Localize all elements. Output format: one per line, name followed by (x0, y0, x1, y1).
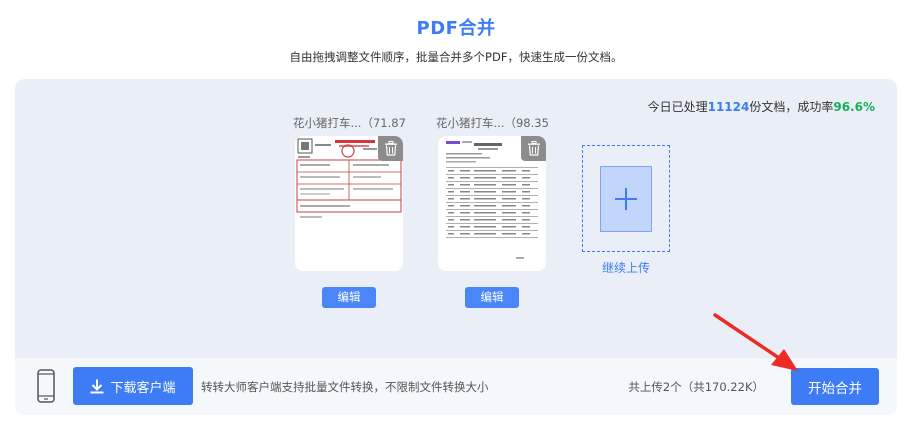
delete-file-button[interactable] (378, 136, 403, 161)
trash-icon (527, 141, 540, 156)
continue-upload-dropzone[interactable] (582, 145, 670, 252)
file-name: 花小猪打车...（98.35K (436, 116, 548, 130)
page-subtitle: 自由拖拽调整文件顺序，批量合并多个PDF，快速生成一份文档。 (289, 50, 623, 64)
add-file-box[interactable] (600, 166, 652, 232)
file-name: 花小猪打车...（71.87K (293, 116, 405, 130)
client-hint-text: 转转大师客户端支持批量文件转换，不限制文件转换大小 (201, 380, 489, 394)
plus-icon (615, 188, 637, 210)
stats-prefix: 今日已处理 (647, 100, 708, 114)
delete-file-button[interactable] (521, 136, 546, 161)
edit-file-button[interactable]: 编辑 (322, 287, 376, 308)
trash-icon (384, 141, 397, 156)
phone-icon (37, 369, 55, 403)
edit-file-button[interactable]: 编辑 (465, 287, 519, 308)
continue-upload-label[interactable]: 继续上传 (570, 259, 682, 276)
bottom-action-bar: 下载客户端 转转大师客户端支持批量文件转换，不限制文件转换大小 共上传2个（共1… (15, 358, 897, 415)
stats-middle: 份文档，成功率 (749, 100, 834, 114)
processing-stats: 今日已处理11124份文档，成功率96.6% (648, 98, 875, 115)
file-thumbnail[interactable] (438, 136, 546, 271)
file-card[interactable]: 花小猪打车...（98.35K 编辑 (436, 115, 548, 308)
stats-count: 11124 (707, 100, 750, 114)
file-card[interactable]: 花小猪打车...（71.87K 编辑 (293, 115, 405, 308)
page-title: PDF合并 (416, 18, 496, 39)
download-client-label: 下载客户端 (110, 380, 176, 396)
start-merge-button[interactable]: 开始合并 (791, 368, 879, 405)
download-icon (90, 379, 104, 393)
download-client-button[interactable]: 下载客户端 (73, 367, 193, 405)
stats-success-rate: 96.6% (833, 100, 875, 114)
upload-summary-text: 共上传2个（共170.22K） (628, 380, 764, 394)
merge-panel: 今日已处理11124份文档，成功率96.6% 花小猪打车...（71.87K 编… (15, 79, 897, 415)
file-thumbnail[interactable] (295, 136, 403, 271)
